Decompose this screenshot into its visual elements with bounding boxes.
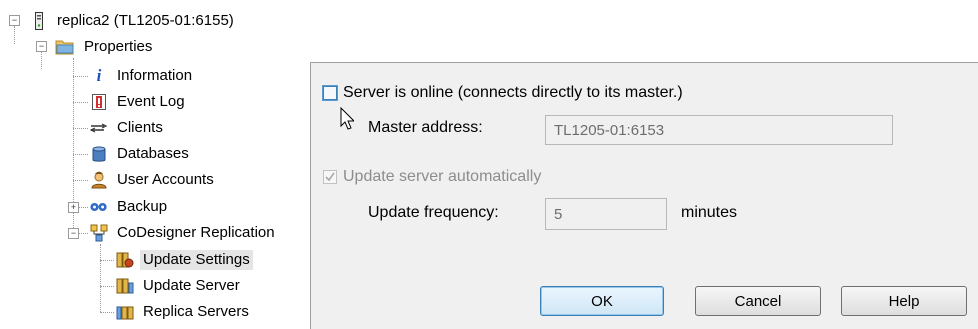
update-frequency-label: Update frequency: [368, 204, 499, 221]
tree-item-label: Replica Servers [143, 303, 249, 320]
server-tree: − replica2 (TL1205-01:6155) − Properties… [0, 0, 310, 329]
backup-icon [90, 198, 108, 216]
folder-open-icon [55, 38, 75, 56]
tree-item-databases[interactable]: Databases [90, 143, 192, 165]
tree-root-label: replica2 (TL1205-01:6155) [57, 12, 234, 29]
tree-item-label: Properties [84, 38, 153, 55]
update-settings-panel: Server is online (connects directly to i… [310, 62, 978, 329]
help-button[interactable]: Help [841, 286, 967, 316]
mouse-pointer-icon [340, 107, 354, 130]
info-icon: i [96, 66, 102, 85]
update-server-icon [116, 277, 134, 295]
ok-button[interactable]: OK [540, 286, 664, 316]
tree-item-label: Information [117, 67, 193, 84]
tree-item-replica-servers[interactable]: Replica Servers [116, 301, 252, 323]
master-address-value: TL1205-01:6153 [554, 121, 665, 139]
auto-update-row: Update server automatically [323, 168, 541, 186]
tree-item-user-accounts[interactable]: User Accounts [90, 169, 217, 191]
tree-root-server[interactable]: replica2 (TL1205-01:6155) [30, 10, 237, 32]
event-log-icon [90, 93, 108, 111]
tree-item-label: User Accounts [117, 171, 214, 188]
server-online-checkbox[interactable] [323, 86, 337, 100]
update-frequency-value: 5 [554, 205, 563, 223]
master-address-label: Master address: [368, 119, 483, 136]
auto-update-checkbox[interactable] [323, 170, 337, 184]
tree-item-label: Clients [117, 119, 163, 136]
checkmark-icon [325, 172, 335, 182]
update-settings-icon [116, 251, 134, 269]
collapse-properties-toggle[interactable]: − [36, 41, 47, 52]
tree-item-backup[interactable]: Backup [90, 196, 170, 218]
tree-item-codesigner-replication[interactable]: CoDesigner Replication [90, 222, 278, 244]
database-icon [90, 145, 108, 163]
tree-item-label: Event Log [117, 93, 185, 110]
auto-update-label[interactable]: Update server automatically [343, 168, 541, 186]
server-online-label[interactable]: Server is online (connects directly to i… [343, 84, 683, 102]
tree-item-information[interactable]: i Information [90, 65, 195, 87]
tree-item-label: Backup [117, 198, 168, 215]
tree-item-update-settings[interactable]: Update Settings [116, 249, 253, 271]
collapse-replication-toggle[interactable]: − [68, 228, 79, 239]
tree-item-event-log[interactable]: Event Log [90, 91, 188, 113]
tree-item-label: Update Settings [140, 250, 253, 270]
user-accounts-icon [90, 171, 108, 189]
frequency-unit-label: minutes [681, 204, 738, 221]
tree-item-label: CoDesigner Replication [117, 224, 275, 241]
server-online-row: Server is online (connects directly to i… [323, 84, 683, 102]
master-address-field[interactable]: TL1205-01:6153 [545, 115, 893, 145]
expand-backup-toggle[interactable]: + [68, 202, 79, 213]
tree-item-properties[interactable]: Properties [55, 36, 155, 58]
tree-item-update-server[interactable]: Update Server [116, 275, 243, 297]
cancel-button[interactable]: Cancel [695, 286, 821, 316]
tree-item-label: Update Server [143, 277, 240, 294]
replica-servers-icon [116, 303, 134, 321]
clients-icon [90, 119, 108, 137]
collapse-root-toggle[interactable]: − [9, 15, 20, 26]
tree-item-clients[interactable]: Clients [90, 117, 166, 139]
server-icon [30, 12, 48, 30]
update-frequency-field[interactable]: 5 [545, 198, 667, 230]
tree-item-label: Databases [117, 145, 189, 162]
replication-icon [90, 224, 108, 242]
